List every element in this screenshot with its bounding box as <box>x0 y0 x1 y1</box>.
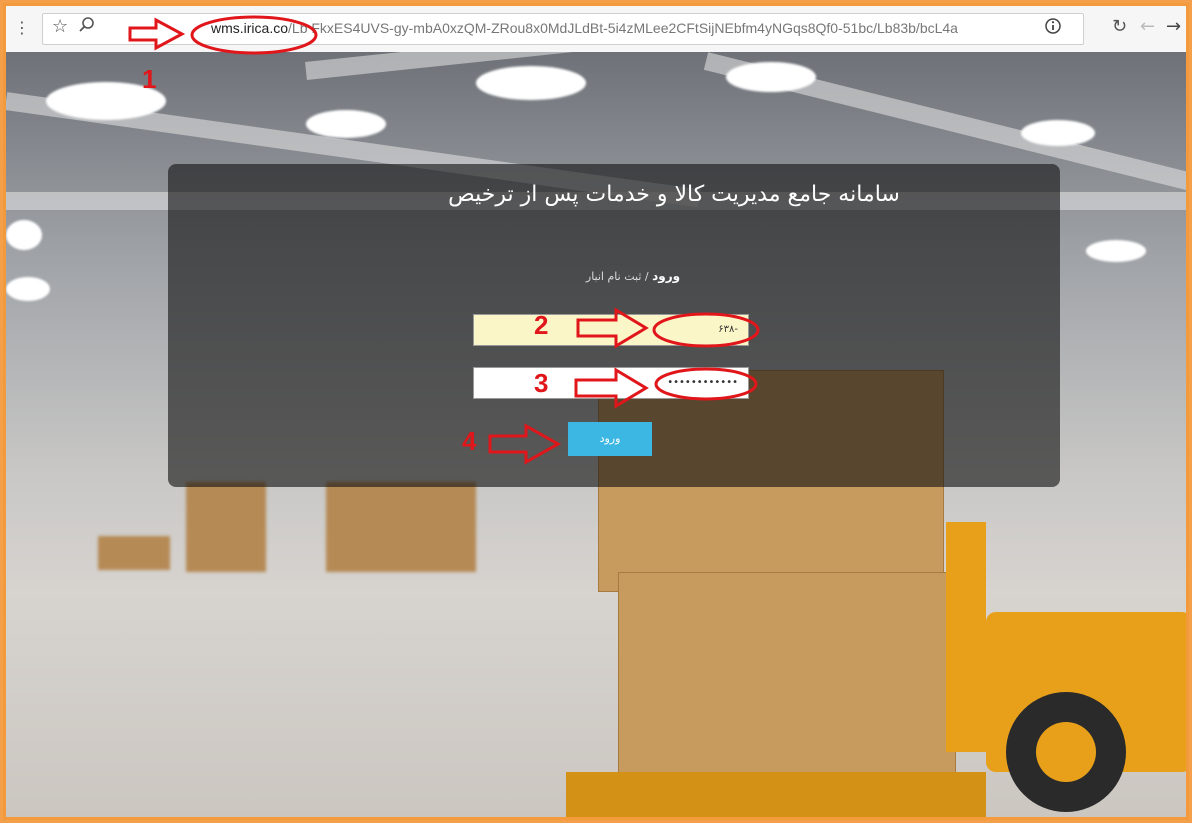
tab-login[interactable]: ورود <box>652 269 680 283</box>
annotation-label-2: 2 <box>534 310 549 340</box>
annotation-label-3: 3 <box>534 368 549 398</box>
login-panel: سامانه جامع مدیریت کالا و خدمات پس از تر… <box>168 164 1060 487</box>
info-icon[interactable] <box>1044 17 1062 35</box>
ceiling-light <box>306 110 386 138</box>
annotation-label-1: 1 <box>142 64 157 94</box>
forward-arrow-icon[interactable]: → <box>1166 16 1181 37</box>
back-arrow-icon[interactable]: ← <box>1140 16 1155 37</box>
shelf-boxes <box>98 536 170 570</box>
url-text[interactable]: wms.irica.co/Lb FkxES4UVS-gy-mbA0xzQM-ZR… <box>211 20 958 36</box>
shelf-boxes <box>186 482 266 572</box>
tab-register[interactable]: ثبت نام انبار <box>586 270 642 283</box>
url-domain: wms.irica.co <box>211 20 289 36</box>
ceiling-light <box>6 277 50 301</box>
pallet <box>566 772 986 817</box>
ceiling-light <box>476 66 586 100</box>
screenshot-frame: ⋮ ☆ wms.irica.co/Lb FkxES4UVS-gy-mbA0xzQ… <box>3 3 1189 820</box>
forklift-hub <box>1036 722 1096 782</box>
browser-toolbar: ⋮ ☆ wms.irica.co/Lb FkxES4UVS-gy-mbA0xzQ… <box>6 6 1186 53</box>
url-path: /Lb FkxES4UVS-gy-mbA0xzQM-ZRou8x0MdJLdBt… <box>288 20 958 36</box>
forklift-mast <box>946 522 986 752</box>
login-button[interactable]: ورود <box>568 422 652 456</box>
username-field[interactable]: ۶۳۸- <box>473 314 749 346</box>
page-title: سامانه جامع مدیریت کالا و خدمات پس از تر… <box>448 182 900 207</box>
password-field[interactable]: •••••••••••• <box>473 367 749 399</box>
annotation-label-4: 4 <box>462 426 477 456</box>
ceiling-light <box>726 62 816 92</box>
search-icon[interactable] <box>78 16 96 34</box>
reload-icon[interactable]: ↻ <box>1112 16 1127 37</box>
login-tabs: ورود / ثبت نام انبار <box>168 269 1060 283</box>
cardboard-box <box>618 572 956 784</box>
star-icon[interactable]: ☆ <box>52 16 68 37</box>
ceiling-light <box>6 220 42 250</box>
ceiling-beam <box>305 52 1004 80</box>
ceiling-light <box>1021 120 1095 146</box>
shelf-boxes <box>326 482 476 572</box>
ceiling-light <box>1086 240 1146 262</box>
more-vert-icon[interactable]: ⋮ <box>14 18 30 37</box>
tab-separator: / <box>644 270 649 283</box>
